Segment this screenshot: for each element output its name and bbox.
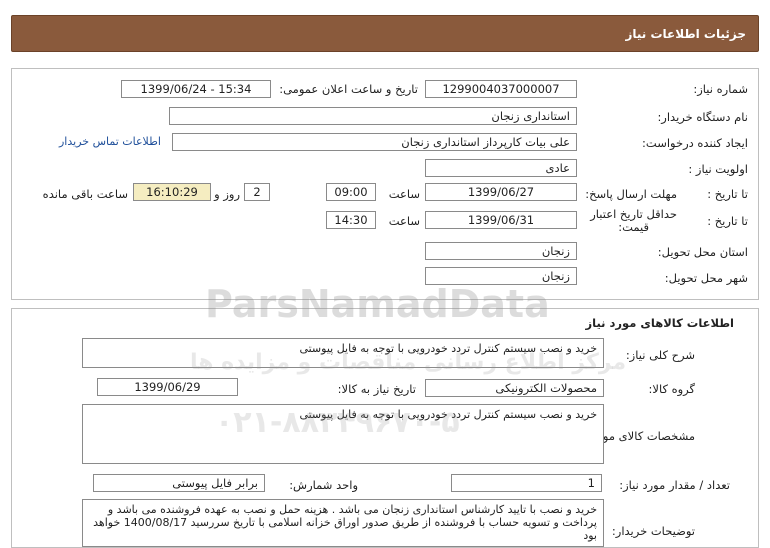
validity-date-field: 1399/06/31 <box>425 211 577 229</box>
unit-label: واحد شمارش: <box>289 478 358 492</box>
summary-field: خرید و نصب سیستم کنترل تردد خودرویی با ت… <box>82 338 604 368</box>
specs-field: خرید و نصب سیستم کنترل تردد خودرویی با ت… <box>82 404 604 464</box>
remaining-time-field: 16:10:29 <box>133 183 211 201</box>
deadline-time-label: ساعت <box>388 187 420 201</box>
validity-time-field: 14:30 <box>326 211 376 229</box>
quantity-field: 1 <box>451 474 602 492</box>
priority-field: عادی <box>425 159 577 177</box>
validity-time-label: ساعت <box>388 214 420 228</box>
deadline-date-field: 1399/06/27 <box>425 183 577 201</box>
requester-label: ایجاد کننده درخواست: <box>642 136 748 150</box>
summary-label: شرح کلی نیاز: <box>625 348 695 362</box>
deadline-label: مهلت ارسال پاسخ: <box>585 187 677 201</box>
announce-field: 1399/06/24 - 15:34 <box>121 80 271 98</box>
requester-field: علی بیات کارپرداز استانداری زنجان <box>172 133 577 151</box>
need-date-label: تاریخ نیاز به کالا: <box>337 382 416 396</box>
announce-label: تاریخ و ساعت اعلان عمومی: <box>279 82 418 96</box>
priority-label: اولویت نیاز : <box>688 162 748 176</box>
days-label: روز و <box>214 187 240 201</box>
page-title: جزئیات اطلاعات نیاز <box>625 27 746 41</box>
delivery-province-field: زنجان <box>425 242 577 260</box>
delivery-city-label: شهر محل تحویل: <box>664 271 748 285</box>
buyer-notes-label: توضیحات خریدار: <box>611 524 695 538</box>
delivery-province-label: استان محل تحویل: <box>657 245 748 259</box>
buyer-notes-field: خرید و نصب با تایید کارشناس استانداری زن… <box>82 499 604 547</box>
goods-group-field: محصولات الکترونیکی <box>425 379 604 397</box>
quantity-label: تعداد / مقدار مورد نیاز: <box>619 478 730 492</box>
validity-label-line1: حداقل تاریخ اعتبار <box>590 207 677 221</box>
remaining-days-field: 2 <box>244 183 270 201</box>
deadline-to-date-label: تا تاریخ : <box>707 187 748 201</box>
need-number-field: 1299004037000007 <box>425 80 577 98</box>
goods-group-label: گروه کالا: <box>648 382 695 396</box>
unit-field: برابر فایل پیوستی <box>93 474 265 492</box>
buyer-contact-link[interactable]: اطلاعات تماس خریدار <box>59 135 161 148</box>
remaining-label: ساعت باقی مانده <box>42 187 128 201</box>
need-date-field: 1399/06/29 <box>97 378 238 396</box>
deadline-time-field: 09:00 <box>326 183 376 201</box>
validity-to-date-label: تا تاریخ : <box>707 214 748 228</box>
buyer-org-field: استانداری زنجان <box>169 107 577 125</box>
need-number-label: شماره نیاز: <box>693 82 748 96</box>
delivery-city-field: زنجان <box>425 267 577 285</box>
goods-section-title: اطلاعات کالاهای مورد نیاز <box>585 316 734 330</box>
need-info-panel <box>11 68 759 300</box>
page-header: جزئیات اطلاعات نیاز <box>11 15 759 52</box>
validity-label-line2: قیمت: <box>618 220 649 234</box>
buyer-org-label: نام دستگاه خریدار: <box>657 110 748 124</box>
